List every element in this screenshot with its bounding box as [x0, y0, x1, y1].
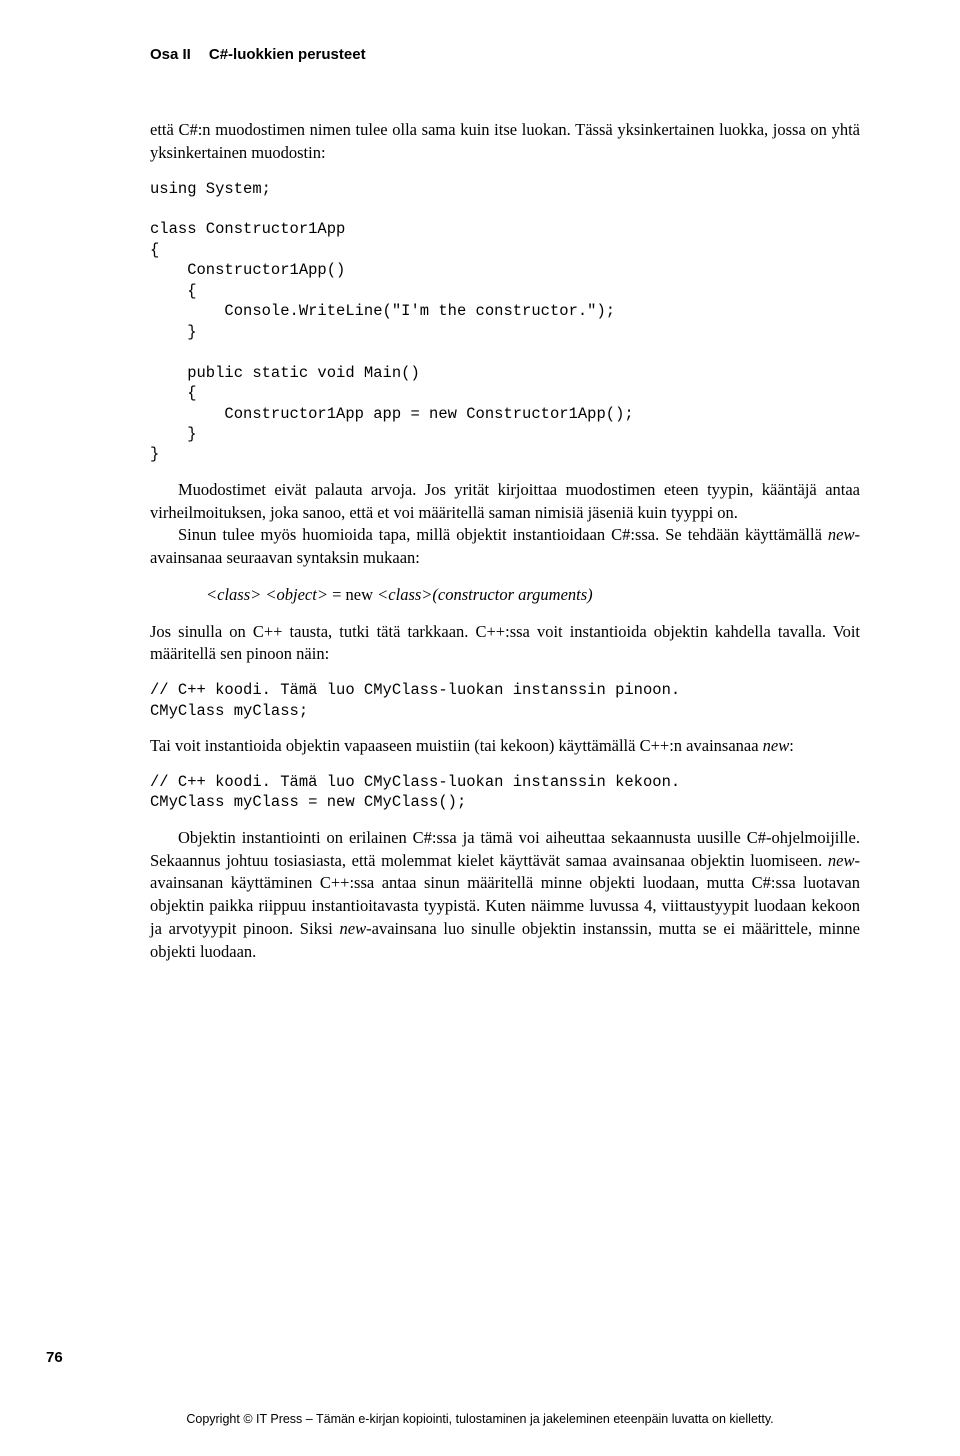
paragraph-2: Muodostimet eivät palauta arvoja. Jos yr…	[150, 479, 860, 525]
keyword-new-3: new	[828, 851, 855, 870]
paragraph-5a: Tai voit instantioida objektin vapaaseen…	[150, 736, 763, 755]
syntax-part-1: <class> <object>	[206, 585, 328, 604]
keyword-new-1: new	[828, 525, 855, 544]
code-block-3: // C++ koodi. Tämä luo CMyClass-luokan i…	[150, 772, 860, 813]
copyright-footer: Copyright © IT Press – Tämän e-kirjan ko…	[0, 1412, 960, 1426]
paragraph-6: Objektin instantiointi on erilainen C#:s…	[150, 827, 860, 964]
syntax-part-2: = new	[328, 585, 377, 604]
keyword-new-2: new	[763, 736, 790, 755]
paragraph-1: että C#:n muodostimen nimen tulee olla s…	[150, 119, 860, 165]
header-title: C#-luokkien perusteet	[209, 46, 366, 63]
page-number: 76	[46, 1349, 63, 1366]
paragraph-4: Jos sinulla on C++ tausta, tutki tätä ta…	[150, 621, 860, 667]
code-block-2: // C++ koodi. Tämä luo CMyClass-luokan i…	[150, 680, 860, 721]
paragraph-6a: Objektin instantiointi on erilainen C#:s…	[150, 828, 860, 870]
code-block-1: using System; class Constructor1App { Co…	[150, 179, 860, 465]
keyword-new-4: new	[340, 919, 367, 938]
paragraph-3: Sinun tulee myös huomioida tapa, millä o…	[150, 524, 860, 570]
paragraph-5: Tai voit instantioida objektin vapaaseen…	[150, 735, 860, 758]
page-header: Osa II C#-luokkien perusteet	[150, 46, 860, 63]
syntax-line: <class> <object> = new <class>(construct…	[206, 584, 860, 607]
paragraph-5c: :	[789, 736, 794, 755]
syntax-part-3: <class>(constructor arguments)	[377, 585, 593, 604]
paragraph-3a: Sinun tulee myös huomioida tapa, millä o…	[178, 525, 828, 544]
header-part: Osa II	[150, 46, 191, 63]
